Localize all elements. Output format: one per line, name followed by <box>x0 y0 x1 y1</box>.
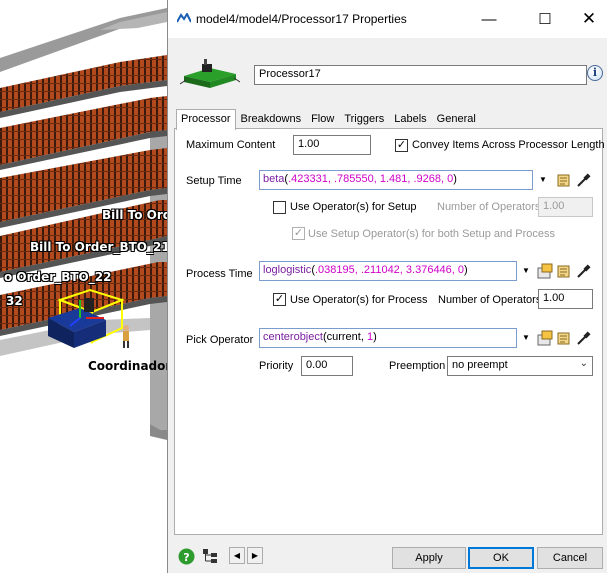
tab-bar: Processor Breakdowns Flow Triggers Label… <box>176 109 481 130</box>
info-icon[interactable]: i <box>587 65 603 81</box>
object-name-field[interactable]: Processor17 <box>254 65 587 85</box>
pick-operator-args: current, <box>326 331 367 343</box>
tab-triggers[interactable]: Triggers <box>339 109 389 129</box>
eyedropper-icon[interactable] <box>575 172 591 188</box>
tab-breakdowns[interactable]: Breakdowns <box>236 109 307 129</box>
scene-label-coordinador: Coordinador <box>88 359 172 373</box>
convey-items-label: Convey Items Across Processor Length <box>412 139 605 151</box>
setup-time-code-field[interactable]: beta(.423331, .785550, 1.481, .9268, 0) <box>259 170 533 190</box>
use-setup-ops-both-label: Use Setup Operator(s) for both Setup and… <box>308 228 556 240</box>
processor-object-icon <box>180 59 240 88</box>
process-time-label: Process Time <box>186 268 253 280</box>
use-operators-process-checkbox[interactable]: ✓ <box>273 293 286 306</box>
use-operators-setup-checkbox[interactable] <box>273 201 286 214</box>
tab-labels[interactable]: Labels <box>389 109 431 129</box>
help-icon[interactable]: ? <box>178 548 195 565</box>
preemption-label: Preemption <box>389 360 446 372</box>
tab-flow[interactable]: Flow <box>306 109 339 129</box>
convey-items-checkbox[interactable]: ✓ <box>395 139 408 152</box>
process-num-operators-field[interactable]: 1.00 <box>538 289 593 309</box>
pick-operator-dropdown-arrow[interactable]: ▼ <box>522 332 530 344</box>
setup-num-operators-field[interactable]: 1.00 <box>538 197 593 217</box>
setup-time-function: beta <box>263 173 285 185</box>
priority-label: Priority <box>259 360 294 372</box>
ok-button[interactable]: OK <box>468 547 534 569</box>
pick-operator-function: centerobject <box>263 331 323 343</box>
process-time-dropdown-arrow[interactable]: ▼ <box>522 265 530 277</box>
scene-label-bto-21: Bill To Order_BTO_21 <box>30 240 170 254</box>
maximize-button[interactable]: ☐ <box>522 0 568 38</box>
properties-dialog: model4/model4/Processor17 Properties — ☐… <box>167 0 607 573</box>
setup-num-operators-label: Number of Operators <box>437 201 541 213</box>
svg-text:?: ? <box>183 551 189 564</box>
model-scene-graphics <box>0 0 167 573</box>
close-button[interactable]: ✕ <box>566 0 607 38</box>
preemption-value: no preempt <box>452 359 508 371</box>
dialog-footer: ? ◀ ▶ Apply OK Cancel <box>168 538 607 573</box>
use-setup-ops-both-checkbox[interactable]: ✓ <box>292 227 305 240</box>
properties-icon[interactable] <box>537 330 553 346</box>
setup-time-dropdown-arrow[interactable]: ▼ <box>539 174 547 186</box>
preemption-select[interactable]: no preempt ⌄ <box>447 356 593 376</box>
max-content-field[interactable]: 1.00 <box>293 135 371 155</box>
scene-label-32: 32 <box>6 294 23 308</box>
window-title: model4/model4/Processor17 Properties <box>196 12 407 26</box>
priority-field[interactable]: 0.00 <box>301 356 353 376</box>
use-operators-process-label: Use Operator(s) for Process <box>290 294 428 306</box>
tab-general[interactable]: General <box>432 109 481 129</box>
eyedropper-icon[interactable] <box>575 263 591 279</box>
pick-operator-code-field[interactable]: centerobject(current, 1) <box>259 328 517 348</box>
process-num-operators-label: Number of Operators <box>438 294 542 306</box>
use-operators-setup-label: Use Operator(s) for Setup <box>290 201 417 213</box>
pick-operator-label: Pick Operator <box>186 334 254 346</box>
script-edit-icon[interactable] <box>556 330 572 346</box>
apply-button[interactable]: Apply <box>392 547 466 569</box>
previous-object-button[interactable]: ◀ <box>229 547 245 564</box>
tree-view-icon[interactable] <box>202 548 219 565</box>
process-time-args: .038195, .211042, 3.376446, 0 <box>314 264 465 276</box>
flexsim-app-icon <box>177 13 191 23</box>
process-time-function: loglogistic <box>263 264 312 276</box>
next-object-button[interactable]: ▶ <box>247 547 263 564</box>
tab-processor[interactable]: Processor <box>176 109 236 130</box>
eyedropper-icon[interactable] <box>575 330 591 346</box>
title-bar[interactable]: model4/model4/Processor17 Properties — ☐… <box>168 0 607 38</box>
object-header: Processor17 i <box>168 38 607 106</box>
max-content-label: Maximum Content <box>186 139 276 151</box>
setup-time-label: Setup Time <box>186 175 242 187</box>
setup-time-args: .423331, .785550, 1.481, .9268, 0 <box>288 173 454 185</box>
processor-tab-panel: Maximum Content 1.00 ✓ Convey Items Acro… <box>174 128 605 535</box>
minimize-button[interactable]: — <box>466 0 512 38</box>
cancel-button[interactable]: Cancel <box>537 547 603 569</box>
scene-label-bto-22: o Order_BTO_22 <box>4 270 112 284</box>
properties-icon[interactable] <box>537 263 553 279</box>
process-time-code-field[interactable]: loglogistic(.038195, .211042, 3.376446, … <box>259 261 517 281</box>
chevron-down-icon: ⌄ <box>579 358 588 369</box>
script-edit-icon[interactable] <box>556 263 572 279</box>
script-edit-icon[interactable] <box>556 172 572 188</box>
